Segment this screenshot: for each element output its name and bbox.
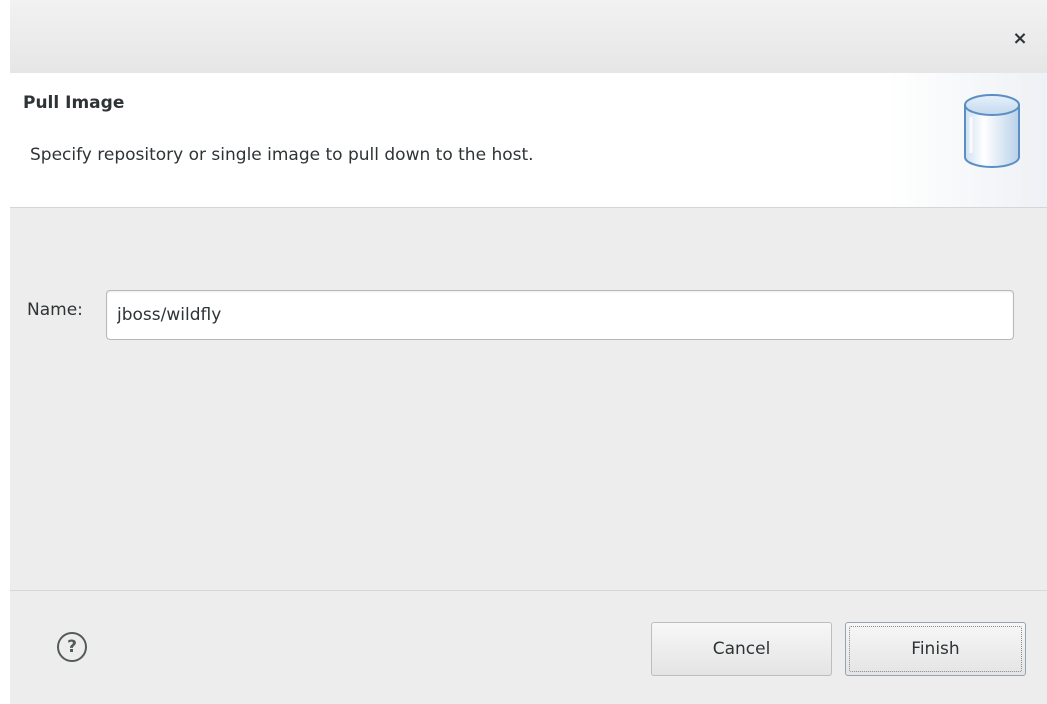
help-icon[interactable]: ? xyxy=(57,632,87,662)
close-icon[interactable]: × xyxy=(1009,28,1031,50)
page-title: Pull Image xyxy=(23,93,125,113)
page-description: Specify repository or single image to pu… xyxy=(30,145,534,165)
finish-button-label: Finish xyxy=(911,639,960,659)
wizard-banner: Pull Image Specify repository or single … xyxy=(10,73,1047,208)
finish-button[interactable]: Finish xyxy=(845,622,1026,676)
name-input[interactable] xyxy=(106,290,1014,340)
pull-image-dialog: × Pull Image Specify repository or singl… xyxy=(10,0,1047,704)
cancel-button[interactable]: Cancel xyxy=(651,622,832,676)
database-cylinder-icon xyxy=(964,94,1020,168)
title-bar: × xyxy=(10,0,1047,73)
footer-divider xyxy=(10,590,1047,591)
name-label: Name: xyxy=(27,300,83,320)
